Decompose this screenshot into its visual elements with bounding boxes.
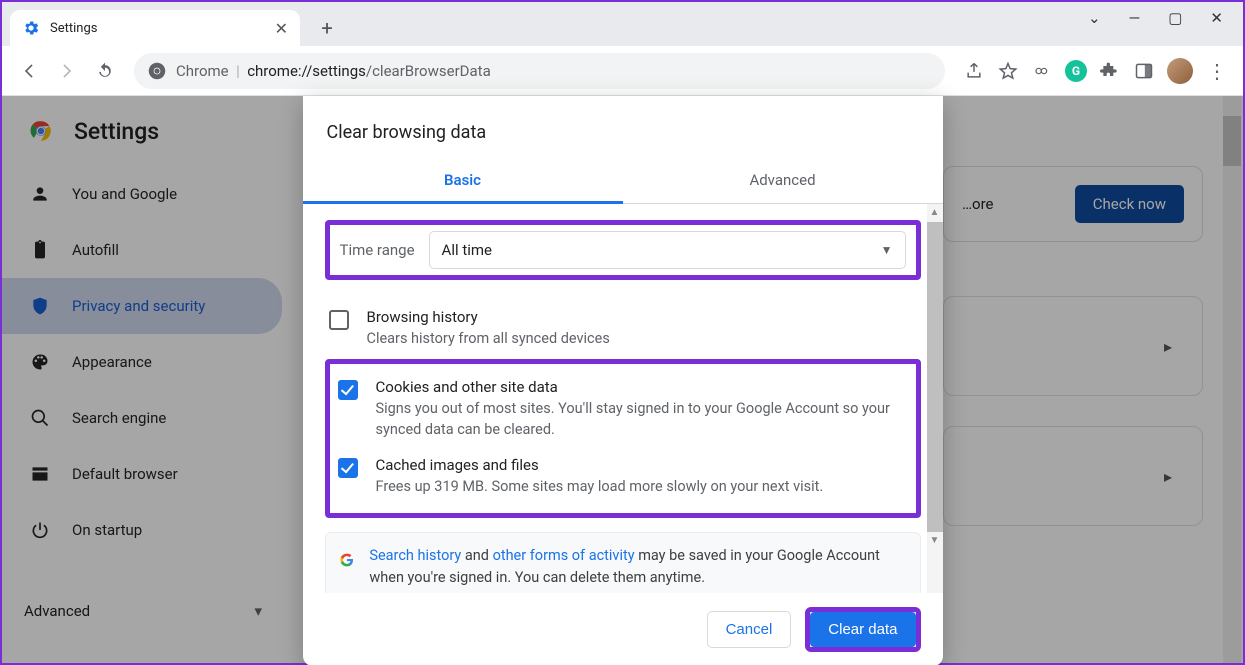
close-window-button[interactable]: ✕ bbox=[1210, 9, 1223, 27]
side-panel-icon[interactable] bbox=[1133, 60, 1155, 82]
forward-button[interactable] bbox=[50, 54, 84, 88]
share-icon[interactable] bbox=[963, 60, 985, 82]
cancel-button[interactable]: Cancel bbox=[707, 611, 792, 648]
omnibox[interactable]: Chrome | chrome://settings/clearBrowserD… bbox=[134, 53, 945, 89]
clear-data-button[interactable]: Clear data bbox=[810, 612, 915, 647]
time-range-dropdown[interactable]: All time ▼ bbox=[429, 231, 906, 269]
option-desc: Clears history from all synced devices bbox=[367, 329, 610, 349]
option-cookies[interactable]: Cookies and other site data Signs you ou… bbox=[334, 374, 912, 452]
chrome-icon bbox=[148, 62, 166, 80]
chevron-down-icon: ▼ bbox=[881, 243, 893, 257]
new-tab-button[interactable]: + bbox=[312, 13, 342, 43]
scroll-up-icon[interactable]: ▲ bbox=[927, 204, 943, 220]
caret-down-icon[interactable]: ⌄ bbox=[1088, 9, 1101, 27]
grammarly-icon[interactable]: G bbox=[1065, 60, 1087, 82]
tab-strip: Settings ✕ + bbox=[2, 2, 1243, 46]
options-highlight: Cookies and other site data Signs you ou… bbox=[325, 359, 921, 518]
time-range-highlight: Time range All time ▼ bbox=[325, 220, 921, 280]
dialog-scrollbar[interactable]: ▲ ▼ bbox=[927, 204, 943, 593]
option-title: Cached images and files bbox=[376, 456, 824, 474]
gear-icon bbox=[22, 19, 40, 37]
minimize-button[interactable]: — bbox=[1129, 9, 1141, 27]
option-cache[interactable]: Cached images and files Frees up 319 MB.… bbox=[334, 452, 912, 509]
profile-avatar[interactable] bbox=[1167, 58, 1193, 84]
time-range-label: Time range bbox=[340, 241, 415, 259]
google-account-info: Search history and other forms of activi… bbox=[325, 532, 921, 593]
menu-button[interactable]: ⋮ bbox=[1205, 60, 1227, 82]
tab-title: Settings bbox=[50, 21, 265, 36]
tab-basic[interactable]: Basic bbox=[303, 159, 623, 204]
other-activity-link[interactable]: other forms of activity bbox=[493, 547, 635, 564]
info-text: Search history and other forms of activi… bbox=[369, 545, 905, 589]
option-desc: Frees up 319 MB. Some sites may load mor… bbox=[376, 477, 824, 497]
checkbox[interactable] bbox=[329, 310, 349, 330]
back-button[interactable] bbox=[12, 54, 46, 88]
option-title: Browsing history bbox=[367, 308, 610, 326]
close-tab-icon[interactable]: ✕ bbox=[275, 19, 288, 38]
search-history-link[interactable]: Search history bbox=[369, 547, 461, 564]
option-title: Cookies and other site data bbox=[376, 378, 908, 396]
option-browsing-history[interactable]: Browsing history Clears history from all… bbox=[325, 302, 921, 359]
extension-cloud-icon[interactable] bbox=[1031, 60, 1053, 82]
option-desc: Signs you out of most sites. You'll stay… bbox=[376, 399, 908, 440]
reload-button[interactable] bbox=[88, 54, 122, 88]
scroll-thumb[interactable] bbox=[927, 222, 943, 532]
clear-browsing-data-dialog: Clear browsing data Basic Advanced Time … bbox=[303, 96, 943, 665]
url-text: Chrome | chrome://settings/clearBrowserD… bbox=[176, 62, 491, 80]
google-icon bbox=[340, 549, 354, 571]
dialog-title: Clear browsing data bbox=[303, 96, 943, 159]
clear-data-highlight: Clear data bbox=[805, 607, 920, 652]
star-icon[interactable] bbox=[997, 60, 1019, 82]
toolbar: Chrome | chrome://settings/clearBrowserD… bbox=[2, 46, 1243, 96]
browser-tab[interactable]: Settings ✕ bbox=[10, 10, 300, 46]
dropdown-value: All time bbox=[442, 241, 492, 259]
checkbox[interactable] bbox=[338, 458, 358, 478]
tab-advanced[interactable]: Advanced bbox=[623, 159, 943, 204]
scroll-down-icon[interactable]: ▼ bbox=[927, 532, 943, 548]
extensions-icon[interactable] bbox=[1099, 60, 1121, 82]
maximize-button[interactable]: ▢ bbox=[1168, 9, 1182, 27]
checkbox[interactable] bbox=[338, 380, 358, 400]
